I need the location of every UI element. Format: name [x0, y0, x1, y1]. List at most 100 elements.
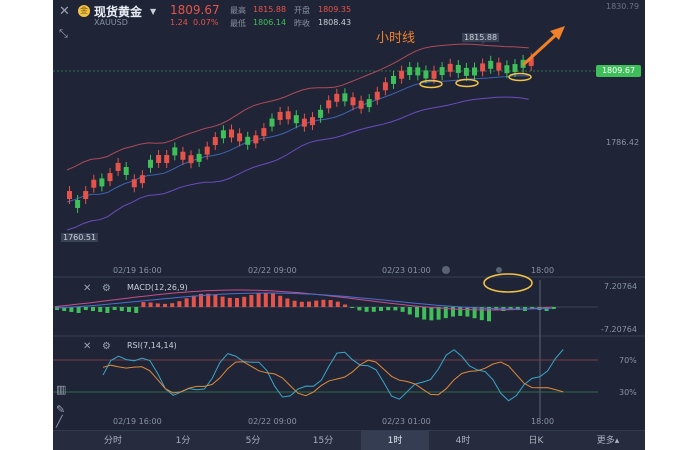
macd-bar	[436, 307, 441, 320]
candle-body	[220, 130, 226, 139]
candle-body	[245, 136, 251, 145]
candle-body	[391, 75, 396, 84]
candle-body	[253, 135, 259, 144]
highlight-circle	[508, 72, 532, 82]
timeframe-more[interactable]: 更多▴	[583, 431, 633, 450]
macd-bar	[415, 307, 419, 318]
macd-bar	[328, 299, 333, 307]
macd-bar	[141, 302, 146, 307]
macd-bar	[429, 307, 434, 321]
candle-body	[415, 67, 421, 76]
macd-bar	[400, 307, 405, 312]
timeframe-5m[interactable]: 5分	[233, 431, 273, 450]
open-value: 1809.35	[318, 5, 352, 14]
candle-body	[212, 137, 218, 146]
macd-bar	[191, 295, 196, 307]
macd-bar	[292, 300, 297, 307]
rsi-settings-icon[interactable]: ⚙	[102, 341, 111, 353]
timeframe-4h[interactable]: 4时	[443, 431, 483, 450]
highlight-circle	[455, 78, 479, 88]
candle-body	[326, 100, 332, 109]
timeframe-1m[interactable]: 1分	[163, 431, 203, 450]
timeframe-day[interactable]: 日K	[516, 431, 556, 450]
candle-body	[358, 100, 364, 109]
prev-close-label: 昨收	[294, 19, 310, 28]
candle-body	[67, 191, 72, 199]
current-price-tag: 1809.67	[596, 65, 641, 77]
candle-body	[455, 64, 461, 73]
macd-bar	[213, 294, 218, 307]
candle-body	[301, 118, 307, 127]
low-value: 1806.14	[253, 18, 287, 27]
macd-bar	[119, 307, 124, 311]
rsi-time-label-1: 02/19 16:00	[113, 417, 162, 426]
price-change-pct: 0.07%	[193, 18, 219, 27]
macd-bar	[350, 307, 355, 308]
open-label: 开盘	[294, 6, 310, 15]
trading-app: ✕ 金 现货黄金 ▼ XAUUSD 1809.67 1.24 0.07% 最高 …	[53, 0, 645, 450]
candle-body	[382, 82, 388, 91]
candle-body	[504, 65, 510, 74]
candle-body	[496, 62, 502, 71]
timeframe-fenshi[interactable]: 分时	[93, 431, 133, 450]
candle-body	[91, 179, 97, 188]
candle-body	[229, 129, 234, 138]
prev-close-value: 1808.43	[318, 18, 352, 27]
candle-tool-icon[interactable]: ▥	[56, 384, 66, 396]
macd-bar	[206, 293, 211, 307]
rsi-time-label-4: 18:00	[531, 417, 555, 426]
line-tool-icon[interactable]: ╱	[56, 416, 63, 428]
time-label-1: 02/19 16:00	[113, 266, 162, 275]
candle-body	[99, 178, 105, 187]
macd-bar	[155, 303, 160, 307]
time-label-4: 18:00	[531, 266, 555, 275]
candle-body	[277, 111, 283, 120]
macd-bar	[343, 304, 347, 307]
timeframe-1h[interactable]: 1时	[361, 431, 429, 450]
candle-body	[293, 115, 299, 124]
macd-bar	[134, 307, 139, 313]
candle-body	[399, 70, 405, 79]
gold-coin-icon: 金	[78, 5, 90, 17]
macd-close-icon[interactable]: ✕	[83, 283, 91, 295]
candle-body	[180, 151, 186, 160]
candle-body	[439, 67, 445, 76]
candle-body	[148, 159, 153, 168]
macd-bar	[307, 301, 311, 307]
current-price: 1809.67	[170, 3, 220, 17]
macd-bar	[465, 307, 470, 317]
macd-bar	[91, 307, 95, 311]
candle-body	[423, 70, 429, 79]
close-icon[interactable]: ✕	[59, 5, 70, 18]
high-value: 1815.88	[253, 5, 287, 14]
boll-upper-band	[66, 43, 529, 171]
macd-bar	[127, 307, 131, 312]
timeframe-bar: 分时 1分 5分 15分 1时 4时 日K 更多▴	[53, 430, 645, 450]
rsi-line-slow	[102, 359, 564, 397]
macd-bar	[357, 307, 362, 311]
candle-body	[447, 63, 453, 72]
macd-bar	[278, 295, 283, 307]
candle-body	[75, 199, 81, 208]
candle-body	[115, 162, 121, 171]
macd-bar	[386, 307, 391, 311]
macd-settings-icon[interactable]: ⚙	[102, 283, 111, 295]
dropdown-icon[interactable]: ▼	[150, 6, 156, 18]
rsi-close-icon[interactable]: ✕	[83, 341, 91, 353]
macd-bar	[170, 303, 175, 307]
candle-body	[188, 155, 194, 164]
rsi-time-label-3: 02/23 01:00	[382, 417, 431, 426]
macd-bar	[472, 307, 477, 319]
macd-bar	[98, 307, 103, 312]
macd-bar	[163, 303, 167, 307]
macd-bar	[314, 300, 319, 307]
candle-body	[431, 70, 437, 79]
macd-bar	[271, 293, 275, 307]
macd-label: MACD(12,26,9)	[127, 283, 188, 292]
chart-canvas[interactable]	[53, 0, 645, 430]
timeframe-15m[interactable]: 15分	[303, 431, 343, 450]
drawing-tool-icon[interactable]: ⤡	[59, 28, 68, 40]
candle-body	[350, 97, 356, 106]
candle-body	[480, 63, 486, 72]
candle-body	[310, 117, 315, 126]
